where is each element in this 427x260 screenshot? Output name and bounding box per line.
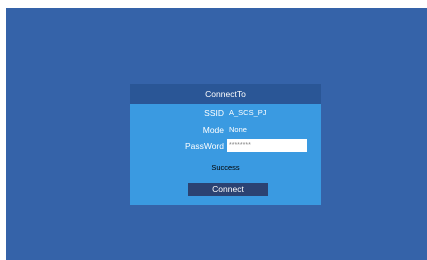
ssid-value: A_SCS_PJ	[229, 108, 267, 117]
status-text: Success	[211, 163, 240, 172]
connect-dialog: ConnectTo SSID A_SCS_PJ Mode None PassWo…	[130, 84, 321, 205]
password-label: PassWord	[184, 141, 224, 151]
ssid-label: SSID	[204, 108, 224, 118]
mode-label: Mode	[202, 125, 224, 135]
dialog-title: ConnectTo	[130, 84, 321, 104]
password-input[interactable]	[227, 139, 307, 152]
connect-button[interactable]: Connect	[188, 183, 268, 196]
mode-value: None	[229, 125, 247, 134]
screen-background: ConnectTo SSID A_SCS_PJ Mode None PassWo…	[6, 8, 427, 260]
